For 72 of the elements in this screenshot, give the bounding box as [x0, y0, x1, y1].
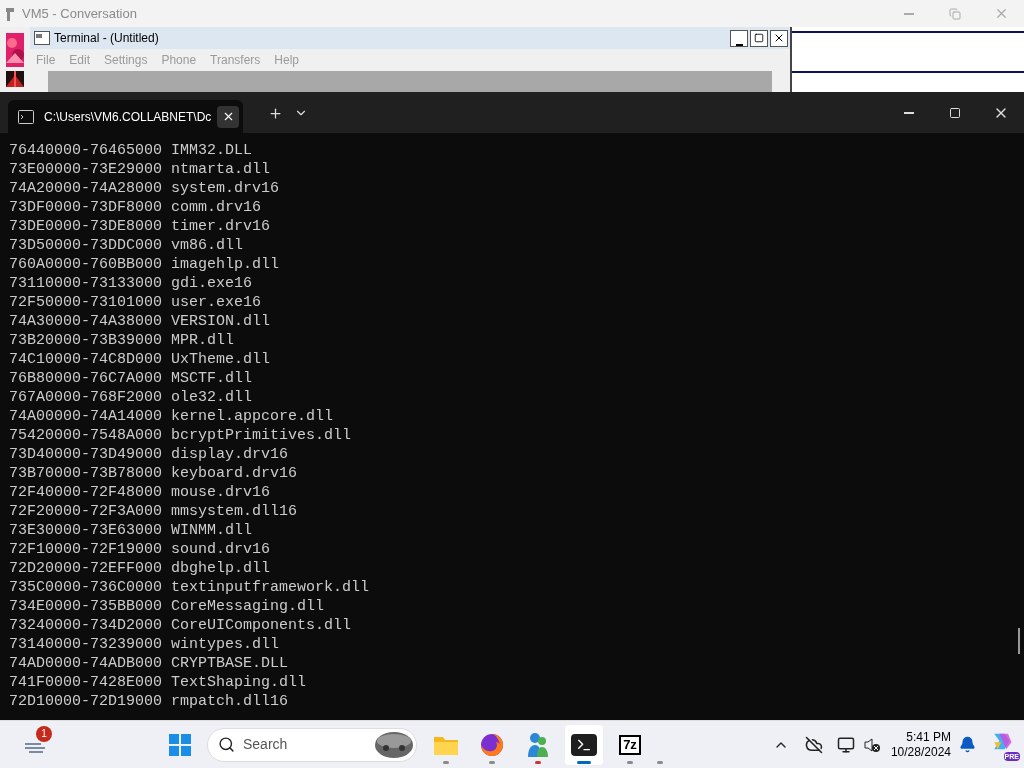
close-button[interactable] [770, 29, 788, 47]
people-icon [527, 731, 549, 758]
output-line: 760A0000-760BB000 imagehlp.dll [9, 255, 280, 274]
window-title: VM5 - Conversation [22, 4, 137, 23]
maximize-button[interactable] [750, 29, 768, 47]
output-line: 72D20000-72EFF000 dbghelp.dll [9, 559, 271, 578]
scrollbar-thumb[interactable] [1018, 628, 1020, 654]
speaker-muted-icon[interactable] [862, 735, 881, 754]
menu-item[interactable]: Settings [104, 51, 148, 69]
output-line: 72D10000-72D19000 rmpatch.dll16 [9, 692, 289, 711]
output-line: 73140000-73239000 wintypes.dll [9, 635, 280, 654]
clock-date[interactable]: 10/28/2024 [890, 744, 951, 760]
output-line: 74A30000-74A38000 VERSION.dll [9, 312, 271, 331]
browser-icon [480, 732, 504, 757]
menu-item[interactable]: File [36, 51, 56, 69]
output-line: 73DE0000-73DE8000 timer.drv16 [9, 217, 271, 236]
maximize-icon [949, 106, 961, 119]
output-line: 73E00000-73E29000 ntmarta.dll [9, 160, 271, 179]
terminal-tab[interactable]: C:\Users\VM6.COLLABNET\Dc [8, 100, 244, 133]
output-line: 74A20000-74A28000 system.drv16 [9, 179, 280, 198]
console-icon [18, 109, 34, 124]
output-line: 74AD0000-74ADB000 CRYPTBASE.DLL [9, 654, 289, 673]
output-line: 72F50000-73101000 user.exe16 [9, 293, 262, 312]
output-line: 74A00000-74A14000 kernel.appcore.dll [9, 407, 334, 426]
output-line: 73B20000-73B39000 MPR.dll [9, 331, 235, 350]
output-line: 75420000-7548A000 bcryptPrimitives.dll [9, 426, 352, 445]
bell-icon[interactable] [959, 736, 976, 753]
output-line: 741F0000-7428E000 TextShaping.dll [9, 673, 307, 692]
restore-icon [949, 7, 961, 20]
output-line: 735C0000-736C0000 textinputframework.dll [9, 578, 370, 597]
running-indicator [657, 761, 663, 764]
inner-window-title: Terminal - (Untitled) [54, 30, 159, 47]
close-icon [773, 32, 785, 44]
taskbar-app[interactable] [565, 724, 603, 765]
output-line: 73D50000-73DDC000 vm86.dll [9, 236, 244, 255]
menu-item[interactable]: Edit [69, 51, 91, 69]
output-line: 734E0000-735BB000 CoreMessaging.dll [9, 597, 325, 616]
output-line: 767A0000-768F2000 ole32.dll [9, 388, 253, 407]
output-line: 72F40000-72F48000 mouse.drv16 [9, 483, 271, 502]
maximize-icon [754, 33, 764, 43]
windows-logo-icon[interactable] [169, 733, 191, 756]
menu-item[interactable]: Help [274, 51, 299, 69]
menu-item[interactable]: Phone [161, 51, 197, 69]
output-line: 73110000-73133000 gdi.exe16 [9, 274, 253, 293]
notification-badge: 1 [36, 725, 52, 742]
output-line: 74C10000-74C8D000 UxTheme.dll [9, 350, 271, 369]
menu-item[interactable]: Transfers [210, 51, 261, 69]
monitor-icon[interactable] [836, 735, 855, 754]
search-icon [218, 736, 235, 753]
cloud-off-icon[interactable] [804, 735, 823, 754]
output-line: 72F20000-72F3A000 mmsystem.dll16 [9, 502, 298, 521]
output-line: 72F10000-72F19000 sound.drv16 [9, 540, 271, 559]
output-line: 73B70000-73B78000 keyboard.drv16 [9, 464, 298, 483]
search-placeholder: Search [243, 735, 288, 754]
minimize-icon [904, 12, 914, 15]
minimize-icon [904, 111, 914, 114]
output-line: 76B80000-76C7A000 MSCTF.dll [9, 369, 253, 388]
output-line: 76440000-76465000 IMM32.DLL [9, 141, 253, 160]
output-line: 73DF0000-73DF8000 comm.drv16 [9, 198, 262, 217]
taskbar-app[interactable]: 7z [611, 724, 649, 765]
minimize-icon [735, 43, 743, 46]
minimize-button[interactable] [730, 29, 748, 47]
close-tab-button[interactable] [217, 105, 240, 128]
output-line: 73D40000-73D49000 display.drv16 [9, 445, 289, 464]
output-line: 73E30000-73E63000 WINMM.dll [9, 521, 253, 540]
output-line: 73240000-734D2000 CoreUIComponents.dll [9, 616, 352, 635]
terminal-window-icon [34, 31, 50, 45]
tab-title: C:\Users\VM6.COLLABNET\Dc [44, 108, 212, 126]
clock-time[interactable]: 5:41 PM [906, 729, 951, 745]
search-field[interactable]: Search [207, 727, 417, 762]
plus-icon [267, 105, 283, 121]
archiver-icon: 7z [619, 734, 641, 755]
